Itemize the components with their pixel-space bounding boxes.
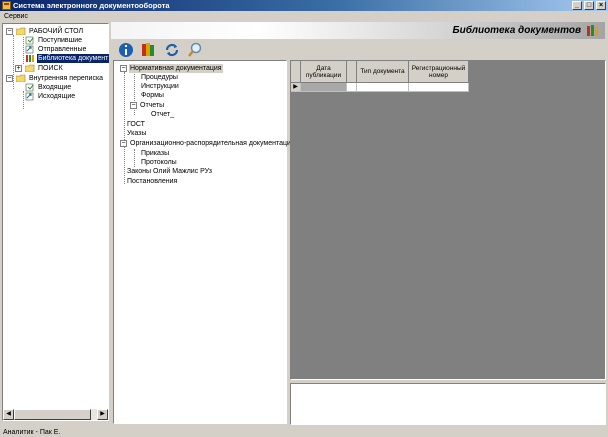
column-header-date[interactable]: Дата публикации (301, 61, 347, 83)
row-indicator[interactable]: ▶ (291, 83, 301, 92)
doc-tree-decrees[interactable]: Указы (126, 129, 147, 138)
library-logo-icon (587, 25, 598, 36)
outbox-icon (25, 92, 34, 101)
collapse-icon[interactable]: − (6, 28, 13, 35)
header-band: Библиотека документов (111, 22, 605, 39)
collapse-icon[interactable]: − (120, 65, 127, 72)
menu-bar: Сервис (0, 11, 608, 22)
doc-tree-protocols[interactable]: Протоколы (140, 158, 178, 167)
folder-icon (16, 74, 26, 82)
scroll-left-button[interactable]: ◀ (3, 409, 14, 420)
doc-tree-laws[interactable]: Законы Олий Мажлис РУз (126, 167, 213, 176)
inbox-icon (25, 83, 34, 92)
menu-service[interactable]: Сервис (4, 12, 28, 21)
title-bar: Система электронного документооборота _ … (0, 0, 608, 11)
documents-grid: Дата публикации Тип документа Регистраци… (290, 60, 606, 380)
grid-corner (291, 61, 301, 83)
documents-icon[interactable] (139, 41, 157, 59)
doc-tree-resolutions[interactable]: Постановления (126, 177, 178, 186)
app-icon (2, 1, 11, 10)
grid-cell-doc-type[interactable] (357, 83, 409, 92)
outbox-icon (25, 45, 34, 54)
minimize-button[interactable]: _ (572, 1, 582, 10)
collapse-icon[interactable]: − (130, 102, 137, 109)
grid-cell[interactable] (347, 83, 357, 92)
scroll-thumb[interactable] (14, 409, 91, 420)
collapse-icon[interactable]: − (6, 75, 13, 82)
status-user: Аналитик - Пак Е. (3, 429, 61, 436)
folder-icon (16, 27, 26, 35)
preview-panel (290, 383, 606, 425)
refresh-icon[interactable] (163, 41, 181, 59)
column-header-empty[interactable] (347, 61, 357, 83)
doc-tree-report-item[interactable]: Отчет_ (150, 110, 175, 119)
status-bar: Аналитик - Пак Е. (0, 429, 608, 437)
info-icon[interactable] (117, 41, 135, 59)
library-icon (26, 55, 34, 62)
doc-tree-procedures[interactable]: Процедуры (140, 73, 179, 82)
maximize-button[interactable]: □ (584, 1, 594, 10)
doc-tree-instructions[interactable]: Инструкции (140, 82, 180, 91)
scroll-right-button[interactable]: ▶ (97, 409, 108, 420)
column-header-doc-type[interactable]: Тип документа (357, 61, 409, 83)
folder-icon (25, 64, 35, 72)
page-title: Библиотека документов (452, 25, 582, 36)
doc-tree-orders[interactable]: Приказы (140, 149, 170, 158)
collapse-icon[interactable]: − (120, 140, 127, 147)
nav-tree-hscrollbar[interactable]: ◀ ▶ (3, 409, 108, 420)
grid-cell-date[interactable] (301, 83, 347, 92)
inbox-icon (25, 36, 34, 45)
doc-tree-gost[interactable]: ГОСТ (126, 120, 146, 129)
column-header-reg-number[interactable]: Регистрационный номер (409, 61, 469, 83)
doc-tree-panel: − Нормативная документация Процедуры Инс… (113, 60, 295, 424)
grid-cell-reg-number[interactable] (409, 83, 469, 92)
close-button[interactable]: × (596, 1, 606, 10)
nav-tree-panel: − РАБОЧИЙ СТОЛ Поступившие Отправленные … (2, 23, 110, 421)
expand-icon[interactable]: + (15, 65, 22, 72)
search-icon[interactable] (186, 41, 204, 59)
toolbar (111, 39, 605, 60)
doc-tree-forms[interactable]: Формы (140, 91, 165, 100)
window-title: Система электронного документооборота (13, 1, 170, 10)
